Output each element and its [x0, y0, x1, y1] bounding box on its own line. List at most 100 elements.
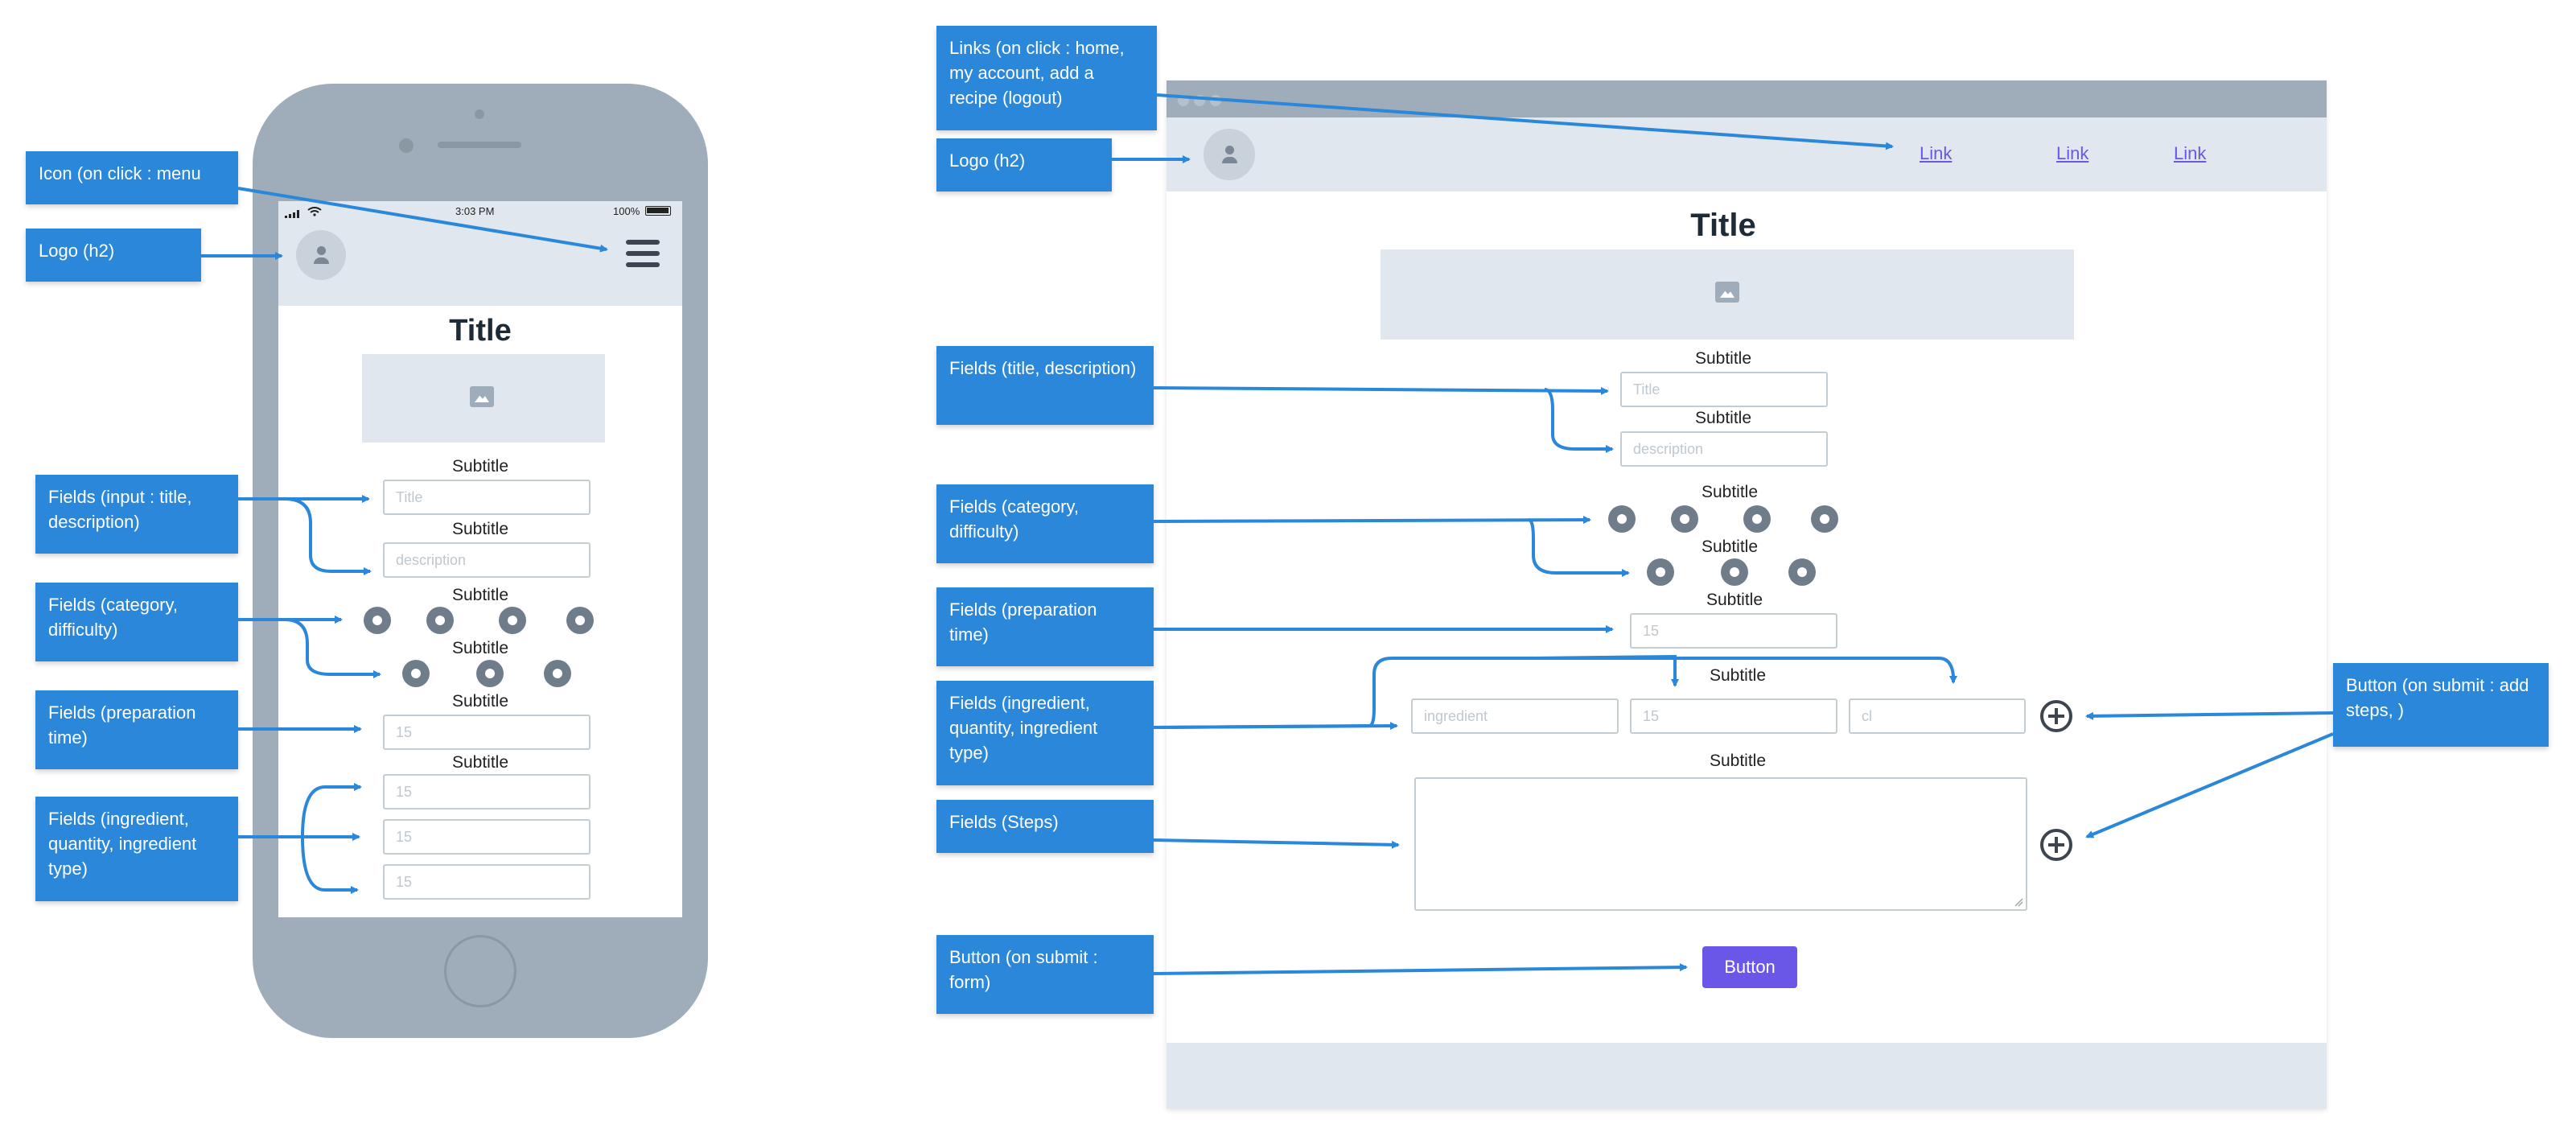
note-desktop-fields-ingredient: Fields (ingredient, quantity, ingredient…	[936, 681, 1154, 785]
mobile-ingredient-type-input[interactable]: 15	[383, 864, 591, 900]
desktop-navbar: Link Link Link	[1167, 117, 2327, 192]
note-text: Links (on click : home, my account, add …	[949, 38, 1125, 108]
desktop-quantity-input[interactable]: 15	[1630, 698, 1837, 734]
placeholder-text: 15	[1643, 623, 1660, 639]
mobile-title-input[interactable]: Title	[383, 480, 591, 515]
mobile-category-radio[interactable]	[499, 607, 526, 634]
note-desktop-add-steps-button: Button (on submit : add steps, )	[2333, 663, 2549, 747]
placeholder-text: 15	[396, 829, 413, 845]
note-text: Icon (on click : menu	[39, 163, 201, 183]
note-desktop-fields-title: Fields (title, description)	[936, 346, 1154, 425]
desktop-category-radio[interactable]	[1671, 505, 1698, 533]
note-text: Fields (ingredient, quantity, ingredient…	[949, 693, 1098, 763]
note-mobile-fields-category: Fields (category, difficulty)	[35, 583, 238, 661]
nav-link-home[interactable]: Link	[1920, 143, 1952, 164]
mobile-category-radio[interactable]	[566, 607, 594, 634]
placeholder-text: description	[396, 552, 467, 568]
desktop-subtitle: Subtitle	[1709, 752, 1767, 770]
status-battery-text: 100%	[613, 205, 640, 217]
user-icon-body	[314, 257, 329, 264]
desktop-ingredient-type-input[interactable]: cl	[1849, 698, 2026, 734]
desktop-difficulty-radio[interactable]	[1647, 558, 1674, 586]
note-text: Fields (ingredient, quantity, ingredient…	[48, 809, 197, 879]
note-mobile-fields-title: Fields (input : title, description)	[35, 475, 238, 554]
desktop-description-input[interactable]: description	[1620, 431, 1828, 467]
add-ingredient-button[interactable]	[2040, 700, 2072, 732]
desktop-ingredient-input[interactable]: ingredient	[1411, 698, 1619, 734]
browser-titlebar	[1167, 80, 2327, 117]
mobile-prep-time-input[interactable]: 15	[383, 715, 591, 750]
window-dot	[1210, 95, 1221, 106]
phone-home-button[interactable]	[444, 935, 516, 1007]
note-text: Fields (input : title, description)	[48, 487, 192, 532]
desktop-category-radio[interactable]	[1608, 505, 1636, 533]
mobile-difficulty-radio[interactable]	[402, 660, 430, 687]
placeholder-text: 15	[1643, 708, 1660, 724]
mobile-category-radio[interactable]	[426, 607, 454, 634]
mobile-subtitle: Subtitle	[451, 457, 509, 476]
placeholder-text: 15	[396, 784, 413, 800]
mobile-difficulty-radio[interactable]	[544, 660, 571, 687]
desktop-subtitle: Subtitle	[1709, 666, 1767, 685]
desktop-image-placeholder	[1381, 249, 2074, 340]
mobile-page-title: Title	[449, 314, 512, 348]
desktop-prep-time-input[interactable]: 15	[1630, 613, 1837, 649]
note-text: Button (on submit : add steps, )	[2346, 675, 2529, 720]
mobile-description-input[interactable]: description	[383, 542, 591, 578]
note-text: Fields (category, difficulty)	[949, 496, 1079, 542]
desktop-page-title: Title	[1690, 208, 1756, 243]
note-mobile-fields-prep: Fields (preparation time)	[35, 690, 238, 769]
placeholder-text: 15	[396, 874, 413, 890]
desktop-subtitle: Subtitle	[1701, 538, 1759, 556]
note-desktop-links: Links (on click : home, my account, add …	[936, 26, 1157, 130]
resize-handle-icon[interactable]	[2014, 897, 2023, 907]
mobile-difficulty-radio[interactable]	[476, 660, 504, 687]
signal-icon	[285, 208, 302, 218]
desktop-difficulty-radio[interactable]	[1788, 558, 1816, 586]
window-dot	[1178, 95, 1189, 106]
mobile-quantity-input[interactable]: 15	[383, 819, 591, 855]
note-mobile-logo: Logo (h2)	[26, 229, 201, 282]
battery-icon	[645, 206, 671, 216]
note-mobile-fields-ingredient: Fields (ingredient, quantity, ingredient…	[35, 797, 238, 901]
user-icon	[317, 246, 326, 255]
placeholder-text: Title	[396, 489, 423, 505]
note-desktop-fields-category: Fields (category, difficulty)	[936, 484, 1154, 563]
placeholder-text: ingredient	[1424, 708, 1488, 724]
note-desktop-logo: Logo (h2)	[936, 138, 1112, 192]
mobile-ingredient-input[interactable]: 15	[383, 774, 591, 809]
note-text: Fields (category, difficulty)	[48, 595, 178, 640]
mobile-category-radio[interactable]	[364, 607, 391, 634]
nav-link-account[interactable]: Link	[2056, 143, 2088, 164]
note-text: Fields (preparation time)	[48, 702, 196, 748]
mobile-subtitle: Subtitle	[451, 692, 509, 711]
desktop-category-radio[interactable]	[1811, 505, 1838, 533]
note-desktop-fields-prep: Fields (preparation time)	[936, 587, 1154, 666]
add-step-button[interactable]	[2040, 829, 2072, 861]
status-time: 3:03 PM	[455, 205, 495, 217]
note-text: Logo (h2)	[949, 150, 1026, 171]
note-text: Fields (preparation time)	[949, 599, 1097, 645]
placeholder-text: Title	[1633, 381, 1660, 397]
desktop-title-input[interactable]: Title	[1620, 372, 1828, 407]
nav-link-add-recipe[interactable]: Link	[2174, 143, 2206, 164]
mobile-subtitle: Subtitle	[451, 520, 509, 538]
note-text: Fields (title, description)	[949, 358, 1137, 378]
note-text: Button (on submit : form)	[949, 947, 1098, 992]
placeholder-text: 15	[396, 724, 413, 740]
desktop-difficulty-radio[interactable]	[1721, 558, 1748, 586]
phone-screen: 3:03 PM 100% Title Subtitle Title Subtit…	[278, 201, 682, 917]
desktop-logo-avatar[interactable]	[1204, 129, 1255, 180]
phone-camera	[475, 109, 484, 119]
hamburger-menu-icon[interactable]	[626, 240, 660, 269]
user-icon-body	[1222, 157, 1237, 163]
desktop-category-radio[interactable]	[1743, 505, 1771, 533]
desktop-steps-textarea[interactable]	[1414, 777, 2027, 911]
placeholder-text: cl	[1862, 708, 1872, 724]
wifi-icon	[307, 206, 322, 216]
mobile-subtitle: Subtitle	[451, 586, 509, 604]
desktop-subtitle: Subtitle	[1694, 349, 1752, 368]
mobile-logo-avatar[interactable]	[296, 230, 346, 280]
submit-button[interactable]: Button	[1702, 946, 1797, 988]
phone-sensor	[399, 138, 414, 153]
